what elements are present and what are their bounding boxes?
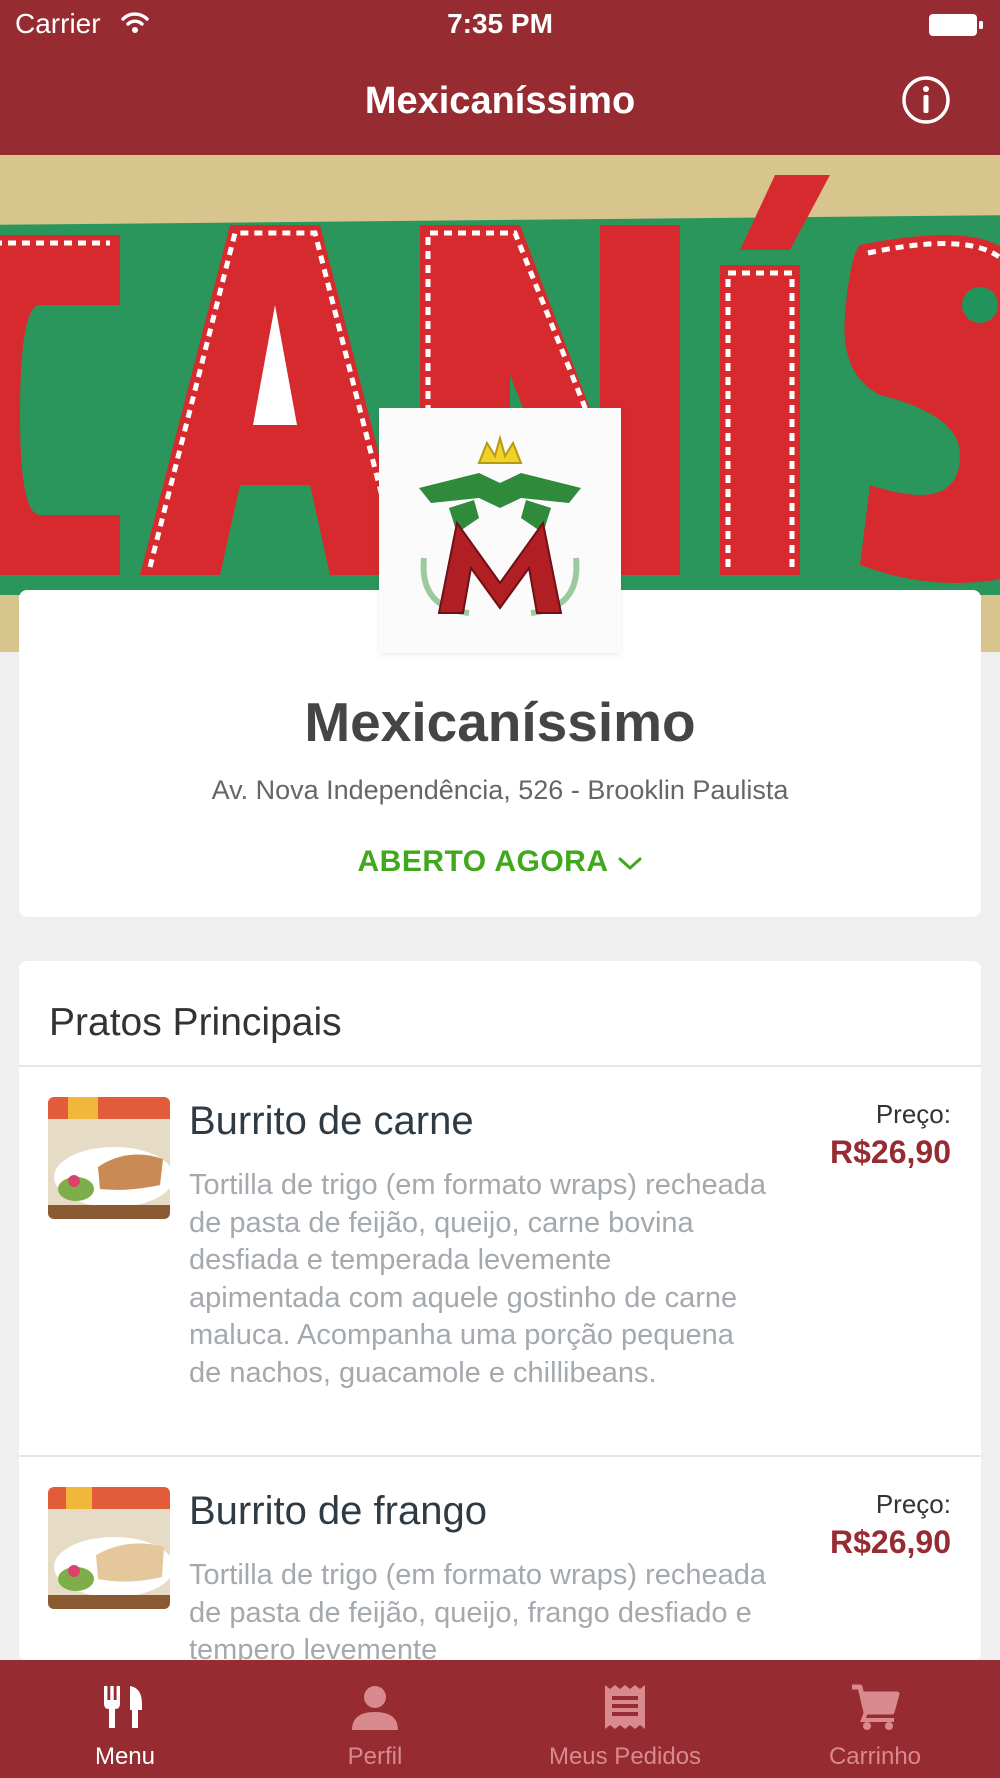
restaurant-address: Av. Nova Independência, 526 - Brooklin P… (211, 775, 789, 805)
tab-label: Perfil (347, 1743, 403, 1770)
tab-carrinho[interactable]: Carrinho (750, 1660, 1000, 1778)
info-icon[interactable] (900, 74, 952, 126)
tab-bar: Menu Perfil Meus Pedidos Carrinho (0, 1660, 1000, 1778)
price-label: Preço: (875, 1489, 951, 1519)
menu-item-thumbnail (48, 1487, 170, 1609)
menu-item[interactable]: Burrito de carne Tortilla de trigo (em f… (19, 1067, 981, 1457)
tab-label: Meus Pedidos (548, 1743, 702, 1770)
chevron-down-icon (618, 857, 641, 870)
tab-menu[interactable]: Menu (0, 1660, 250, 1778)
status-time: 7:35 PM (447, 8, 553, 39)
menu-item-thumbnail (48, 1097, 170, 1219)
food-image (48, 1487, 170, 1609)
food-image (48, 1097, 170, 1219)
receipt-icon (605, 1685, 645, 1729)
restaurant-name: Mexicaníssimo (304, 691, 696, 753)
menu-section: Pratos Principais Burrito de carne Torti… (19, 961, 981, 1661)
section-title: Pratos Principais (49, 1001, 342, 1044)
restaurant-logo (379, 408, 621, 653)
menu-item-description: Tortilla de trigo (em formato wraps) rec… (189, 1169, 767, 1389)
top-bar: Carrier 7:35 PM Mexicaníssimo (0, 0, 1000, 155)
price-value: R$26,90 (830, 1524, 951, 1560)
person-icon (352, 1686, 398, 1730)
battery-icon (929, 14, 983, 36)
open-status-label: ABERTO AGORA (357, 845, 609, 878)
fork-knife-icon (104, 1686, 142, 1728)
page-title: Mexicaníssimo (364, 80, 636, 122)
price-label: Preço: (875, 1099, 951, 1129)
cart-icon (852, 1684, 900, 1730)
menu-item[interactable]: Burrito de frango Tortilla de trigo (em … (19, 1457, 981, 1661)
tab-label: Carrinho (828, 1743, 922, 1770)
tab-perfil[interactable]: Perfil (250, 1660, 500, 1778)
open-status-toggle[interactable]: ABERTO AGORA (19, 845, 981, 879)
menu-item-description: Tortilla de trigo (em formato wraps) rec… (189, 1559, 767, 1661)
logo-image (379, 408, 621, 653)
tab-label: Menu (94, 1743, 156, 1770)
price-value: R$26,90 (830, 1134, 951, 1170)
menu-item-name: Burrito de carne (189, 1099, 474, 1143)
menu-item-name: Burrito de frango (189, 1489, 487, 1533)
status-bar: Carrier 7:35 PM (0, 0, 1000, 50)
tab-meus-pedidos[interactable]: Meus Pedidos (500, 1660, 750, 1778)
